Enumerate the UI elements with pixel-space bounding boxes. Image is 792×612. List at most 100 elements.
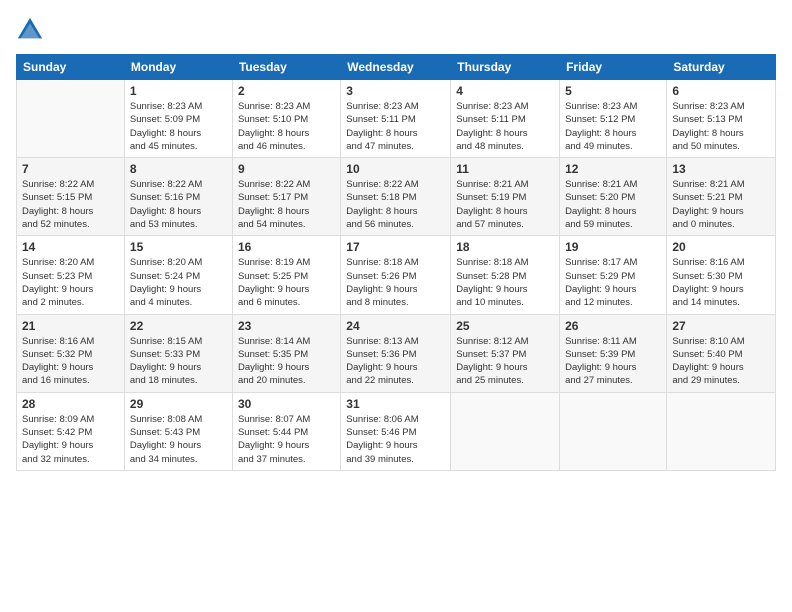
day-number: 31 xyxy=(346,397,445,411)
calendar-cell: 2Sunrise: 8:23 AM Sunset: 5:10 PM Daylig… xyxy=(232,80,340,158)
day-info: Sunrise: 8:20 AM Sunset: 5:24 PM Dayligh… xyxy=(130,256,227,309)
day-info: Sunrise: 8:06 AM Sunset: 5:46 PM Dayligh… xyxy=(346,413,445,466)
calendar-cell: 1Sunrise: 8:23 AM Sunset: 5:09 PM Daylig… xyxy=(124,80,232,158)
logo-icon xyxy=(16,16,44,44)
day-info: Sunrise: 8:13 AM Sunset: 5:36 PM Dayligh… xyxy=(346,335,445,388)
day-info: Sunrise: 8:14 AM Sunset: 5:35 PM Dayligh… xyxy=(238,335,335,388)
calendar-cell: 12Sunrise: 8:21 AM Sunset: 5:20 PM Dayli… xyxy=(560,158,667,236)
day-number: 7 xyxy=(22,162,119,176)
calendar-cell: 20 Sunrise: 8:16 AM Sunset: 5:30 PM Dayli… xyxy=(667,236,776,314)
calendar-cell: 18 Sunrise: 8:18 AM Sunset: 5:28 PM Dayli… xyxy=(451,236,560,314)
day-info: Sunrise: 8:08 AM Sunset: 5:43 PM Dayligh… xyxy=(130,413,227,466)
calendar-cell: 6 Sunrise: 8:23 AM Sunset: 5:13 PM Daylig… xyxy=(667,80,776,158)
day-info: Sunrise: 8:23 AM Sunset: 5:13 PM Dayligh… xyxy=(672,100,770,153)
day-info: Sunrise: 8:21 AM Sunset: 5:21 PM Dayligh… xyxy=(672,178,770,231)
calendar-cell: 5 Sunrise: 8:23 AM Sunset: 5:12 PM Daylig… xyxy=(560,80,667,158)
calendar-cell xyxy=(17,80,125,158)
day-info: Sunrise: 8:07 AM Sunset: 5:44 PM Dayligh… xyxy=(238,413,335,466)
calendar-cell: 19 Sunrise: 8:17 AM Sunset: 5:29 PM Dayli… xyxy=(560,236,667,314)
day-number: 6 xyxy=(672,84,770,98)
day-number: 1 xyxy=(130,84,227,98)
calendar-cell: 31 Sunrise: 8:06 AM Sunset: 5:46 PM Dayli… xyxy=(341,392,451,470)
day-info: Sunrise: 8:12 AM Sunset: 5:37 PM Dayligh… xyxy=(456,335,554,388)
day-info: Sunrise: 8:23 AM Sunset: 5:11 PM Dayligh… xyxy=(346,100,445,153)
day-number: 25 xyxy=(456,319,554,333)
day-info: Sunrise: 8:15 AM Sunset: 5:33 PM Dayligh… xyxy=(130,335,227,388)
calendar-cell: 16 Sunrise: 8:19 AM Sunset: 5:25 PM Dayli… xyxy=(232,236,340,314)
calendar-cell: 15 Sunrise: 8:20 AM Sunset: 5:24 PM Dayli… xyxy=(124,236,232,314)
day-info: Sunrise: 8:23 AM Sunset: 5:11 PM Dayligh… xyxy=(456,100,554,153)
day-header-tuesday: Tuesday xyxy=(232,55,340,80)
day-info: Sunrise: 8:16 AM Sunset: 5:32 PM Dayligh… xyxy=(22,335,119,388)
day-info: Sunrise: 8:22 AM Sunset: 5:16 PM Dayligh… xyxy=(130,178,227,231)
day-number: 21 xyxy=(22,319,119,333)
day-info: Sunrise: 8:21 AM Sunset: 5:20 PM Dayligh… xyxy=(565,178,661,231)
day-info: Sunrise: 8:23 AM Sunset: 5:12 PM Dayligh… xyxy=(565,100,661,153)
calendar-cell: 22 Sunrise: 8:15 AM Sunset: 5:33 PM Dayli… xyxy=(124,314,232,392)
calendar-header: SundayMondayTuesdayWednesdayThursdayFrid… xyxy=(17,55,776,80)
calendar-cell: 17 Sunrise: 8:18 AM Sunset: 5:26 PM Dayli… xyxy=(341,236,451,314)
calendar-cell: 25 Sunrise: 8:12 AM Sunset: 5:37 PM Dayli… xyxy=(451,314,560,392)
day-number: 17 xyxy=(346,240,445,254)
header xyxy=(16,16,776,44)
day-number: 16 xyxy=(238,240,335,254)
day-info: Sunrise: 8:21 AM Sunset: 5:19 PM Dayligh… xyxy=(456,178,554,231)
week-row-3: 14 Sunrise: 8:20 AM Sunset: 5:23 PM Dayli… xyxy=(17,236,776,314)
calendar-cell: 4 Sunrise: 8:23 AM Sunset: 5:11 PM Daylig… xyxy=(451,80,560,158)
day-number: 8 xyxy=(130,162,227,176)
day-number: 5 xyxy=(565,84,661,98)
day-header-wednesday: Wednesday xyxy=(341,55,451,80)
week-row-4: 21 Sunrise: 8:16 AM Sunset: 5:32 PM Dayli… xyxy=(17,314,776,392)
week-row-2: 7 Sunrise: 8:22 AM Sunset: 5:15 PM Daylig… xyxy=(17,158,776,236)
day-number: 22 xyxy=(130,319,227,333)
day-info: Sunrise: 8:11 AM Sunset: 5:39 PM Dayligh… xyxy=(565,335,661,388)
day-number: 27 xyxy=(672,319,770,333)
day-info: Sunrise: 8:19 AM Sunset: 5:25 PM Dayligh… xyxy=(238,256,335,309)
calendar-cell: 27 Sunrise: 8:10 AM Sunset: 5:40 PM Dayli… xyxy=(667,314,776,392)
day-number: 29 xyxy=(130,397,227,411)
day-number: 15 xyxy=(130,240,227,254)
day-info: Sunrise: 8:18 AM Sunset: 5:28 PM Dayligh… xyxy=(456,256,554,309)
calendar-body: 1Sunrise: 8:23 AM Sunset: 5:09 PM Daylig… xyxy=(17,80,776,471)
day-number: 26 xyxy=(565,319,661,333)
day-info: Sunrise: 8:17 AM Sunset: 5:29 PM Dayligh… xyxy=(565,256,661,309)
day-number: 14 xyxy=(22,240,119,254)
calendar-cell: 21 Sunrise: 8:16 AM Sunset: 5:32 PM Dayli… xyxy=(17,314,125,392)
calendar-cell xyxy=(451,392,560,470)
day-info: Sunrise: 8:22 AM Sunset: 5:15 PM Dayligh… xyxy=(22,178,119,231)
day-info: Sunrise: 8:22 AM Sunset: 5:17 PM Dayligh… xyxy=(238,178,335,231)
header-row: SundayMondayTuesdayWednesdayThursdayFrid… xyxy=(17,55,776,80)
calendar-cell: 23Sunrise: 8:14 AM Sunset: 5:35 PM Dayli… xyxy=(232,314,340,392)
calendar-cell: 10 Sunrise: 8:22 AM Sunset: 5:18 PM Dayli… xyxy=(341,158,451,236)
logo xyxy=(16,16,48,44)
calendar-table: SundayMondayTuesdayWednesdayThursdayFrid… xyxy=(16,54,776,471)
day-info: Sunrise: 8:16 AM Sunset: 5:30 PM Dayligh… xyxy=(672,256,770,309)
week-row-5: 28Sunrise: 8:09 AM Sunset: 5:42 PM Dayli… xyxy=(17,392,776,470)
day-number: 24 xyxy=(346,319,445,333)
calendar-cell: 13 Sunrise: 8:21 AM Sunset: 5:21 PM Dayli… xyxy=(667,158,776,236)
day-number: 30 xyxy=(238,397,335,411)
calendar-cell: 28Sunrise: 8:09 AM Sunset: 5:42 PM Dayli… xyxy=(17,392,125,470)
day-number: 19 xyxy=(565,240,661,254)
calendar-cell: 30 Sunrise: 8:07 AM Sunset: 5:44 PM Dayli… xyxy=(232,392,340,470)
day-info: Sunrise: 8:20 AM Sunset: 5:23 PM Dayligh… xyxy=(22,256,119,309)
day-number: 4 xyxy=(456,84,554,98)
day-info: Sunrise: 8:10 AM Sunset: 5:40 PM Dayligh… xyxy=(672,335,770,388)
calendar-cell: 3Sunrise: 8:23 AM Sunset: 5:11 PM Daylig… xyxy=(341,80,451,158)
day-number: 18 xyxy=(456,240,554,254)
calendar-cell: 7 Sunrise: 8:22 AM Sunset: 5:15 PM Daylig… xyxy=(17,158,125,236)
day-number: 20 xyxy=(672,240,770,254)
day-info: Sunrise: 8:09 AM Sunset: 5:42 PM Dayligh… xyxy=(22,413,119,466)
calendar-cell: 14 Sunrise: 8:20 AM Sunset: 5:23 PM Dayli… xyxy=(17,236,125,314)
calendar-cell: 26 Sunrise: 8:11 AM Sunset: 5:39 PM Dayli… xyxy=(560,314,667,392)
calendar-cell: 8 Sunrise: 8:22 AM Sunset: 5:16 PM Daylig… xyxy=(124,158,232,236)
calendar-cell xyxy=(560,392,667,470)
page: SundayMondayTuesdayWednesdayThursdayFrid… xyxy=(0,0,792,612)
calendar-cell: 9Sunrise: 8:22 AM Sunset: 5:17 PM Daylig… xyxy=(232,158,340,236)
day-number: 13 xyxy=(672,162,770,176)
day-info: Sunrise: 8:22 AM Sunset: 5:18 PM Dayligh… xyxy=(346,178,445,231)
day-info: Sunrise: 8:18 AM Sunset: 5:26 PM Dayligh… xyxy=(346,256,445,309)
day-number: 10 xyxy=(346,162,445,176)
day-info: Sunrise: 8:23 AM Sunset: 5:10 PM Dayligh… xyxy=(238,100,335,153)
day-number: 11 xyxy=(456,162,554,176)
